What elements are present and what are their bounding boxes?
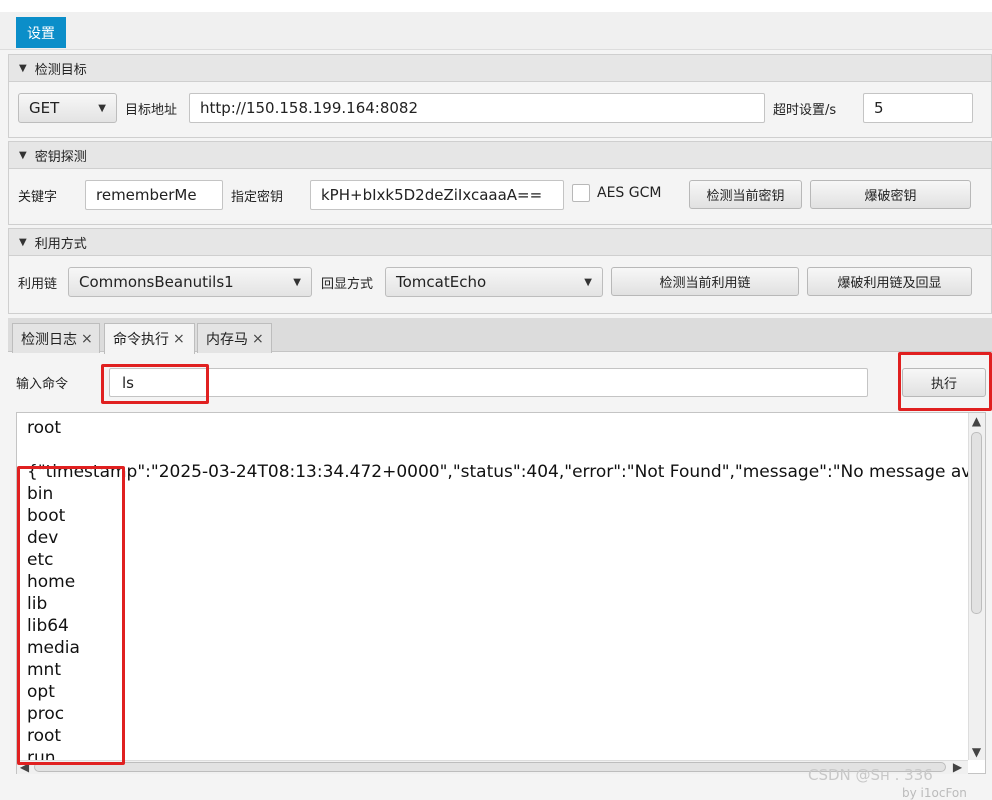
chain-value: CommonsBeanutils1	[79, 273, 234, 291]
section-header-key[interactable]: ▼ 密钥探测	[8, 141, 992, 169]
scroll-up-icon[interactable]: ▲	[968, 413, 985, 429]
menu-bar	[0, 12, 992, 50]
key-label: 指定密钥	[231, 190, 284, 205]
scroll-down-icon[interactable]: ▼	[968, 744, 985, 760]
tab-label: 检测日志	[21, 331, 77, 348]
command-input[interactable]: ls	[109, 368, 868, 397]
method-value: GET	[29, 99, 60, 117]
highlight-listing-box	[17, 466, 125, 765]
brute-chain-button[interactable]: 爆破利用链及回显	[807, 267, 972, 296]
highlight-command-box	[101, 364, 209, 404]
watermark: CSDN @Sн . 336	[808, 766, 933, 784]
chevron-down-icon: ▼	[293, 276, 301, 288]
echo-value: TomcatEcho	[396, 273, 487, 291]
url-label: 目标地址	[125, 103, 178, 118]
brute-key-button[interactable]: 爆破密钥	[810, 180, 971, 209]
chevron-down-icon: ▼	[98, 102, 106, 114]
command-label: 输入命令	[16, 377, 69, 392]
aes-gcm-label: AES GCM	[597, 185, 662, 201]
output-line: {"timestamp":"2025-03-24T08:13:34.472+00…	[27, 462, 985, 482]
chain-label: 利用链	[18, 277, 58, 292]
tab-label: 命令执行	[113, 332, 169, 348]
aes-gcm-checkbox[interactable]	[572, 184, 590, 202]
keyword-input[interactable]: rememberMe	[85, 180, 223, 210]
chevron-down-icon: ▼	[584, 276, 592, 288]
tab-label: 内存马	[206, 331, 248, 348]
url-input[interactable]: http://150.158.199.164:8082	[189, 93, 765, 123]
timeout-label: 超时设置/s	[773, 103, 837, 118]
method-select[interactable]: GET ▼	[18, 93, 117, 123]
check-key-button[interactable]: 检测当前密钥	[689, 180, 802, 209]
section-header-target[interactable]: ▼ 检测目标	[8, 54, 992, 82]
tab-memshell[interactable]: 内存马 ×	[197, 323, 272, 353]
highlight-execute-box	[898, 352, 992, 411]
watermark-sub: by i1ocFon	[902, 786, 967, 800]
section-header-exploit[interactable]: ▼ 利用方式	[8, 228, 992, 256]
close-icon[interactable]: ×	[81, 331, 93, 347]
close-icon[interactable]: ×	[173, 331, 185, 347]
output-line: root	[27, 418, 62, 438]
echo-select[interactable]: TomcatEcho ▼	[385, 267, 603, 297]
scroll-right-icon[interactable]: ▶	[950, 760, 965, 774]
tab-command-exec[interactable]: 命令执行 ×	[104, 323, 195, 354]
check-chain-button[interactable]: 检测当前利用链	[611, 267, 799, 296]
collapse-triangle-icon: ▼	[19, 236, 27, 248]
tab-detect-log[interactable]: 检测日志 ×	[12, 323, 100, 353]
chain-select[interactable]: CommonsBeanutils1 ▼	[68, 267, 312, 297]
output-textarea[interactable]: root {"timestamp":"2025-03-24T08:13:34.4…	[16, 412, 986, 774]
close-icon[interactable]: ×	[252, 331, 264, 347]
echo-label: 回显方式	[321, 277, 374, 292]
window-top-strip	[0, 0, 992, 12]
settings-menu[interactable]: 设置	[16, 17, 66, 48]
key-input[interactable]: kPH+bIxk5D2deZiIxcaaaA==	[310, 180, 564, 210]
collapse-triangle-icon: ▼	[19, 62, 27, 74]
collapse-triangle-icon: ▼	[19, 149, 27, 161]
timeout-input[interactable]: 5	[863, 93, 973, 123]
keyword-label: 关键字	[18, 190, 58, 205]
section-title: 密钥探测	[34, 149, 87, 165]
section-title: 检测目标	[34, 62, 87, 78]
section-title: 利用方式	[34, 236, 87, 252]
vertical-scroll-thumb[interactable]	[971, 432, 982, 614]
